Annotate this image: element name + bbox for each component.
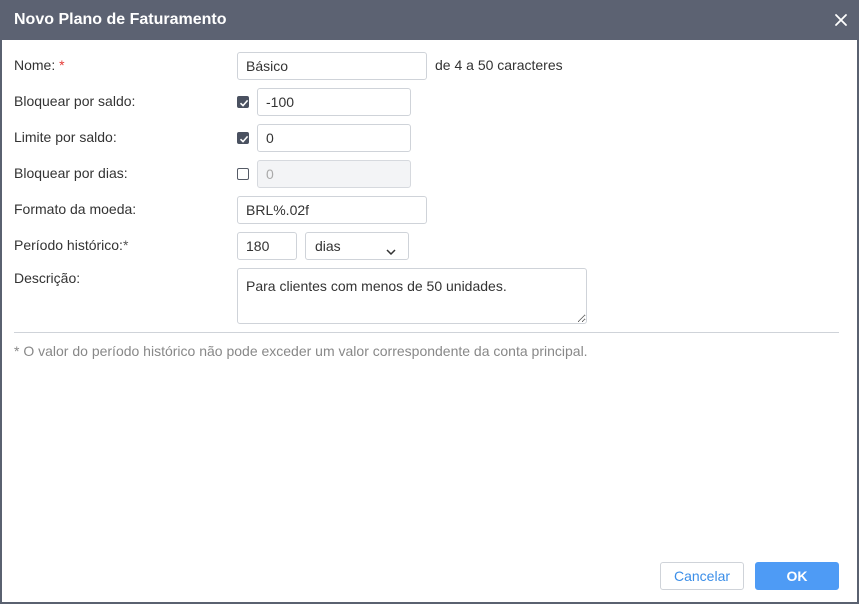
checkmark-icon (239, 99, 249, 107)
cancel-button[interactable]: Cancelar (660, 562, 744, 590)
dialog-titlebar: Novo Plano de Faturamento (0, 0, 859, 40)
currency-format-input[interactable] (237, 196, 427, 224)
block-by-days-input (257, 160, 411, 188)
currency-format-label: Formato da moeda: (14, 201, 137, 217)
ok-button[interactable]: OK (755, 562, 839, 590)
limit-by-balance-checkbox[interactable] (237, 132, 249, 144)
name-required-marker: * (59, 57, 65, 73)
history-period-required-marker: * (122, 237, 129, 253)
block-by-balance-input[interactable] (257, 88, 411, 116)
block-by-days-label: Bloquear por dias: (14, 165, 128, 181)
name-input[interactable] (237, 52, 427, 80)
history-period-input[interactable] (237, 232, 297, 260)
description-textarea[interactable]: Para clientes com menos de 50 unidades. (237, 268, 587, 324)
history-period-unit-select[interactable]: dias (305, 232, 409, 260)
block-by-balance-label: Bloquear por saldo: (14, 93, 136, 109)
name-hint: de 4 a 50 caracteres (435, 57, 563, 73)
name-label-text: Nome: (14, 57, 56, 73)
checkmark-icon (239, 135, 249, 143)
history-period-label: Período histórico:* (14, 237, 128, 253)
form-divider (14, 332, 839, 333)
name-label: Nome: * (14, 57, 65, 73)
history-period-label-text: Período histórico: (14, 237, 123, 253)
chevron-down-icon (386, 243, 396, 259)
close-icon[interactable] (833, 12, 849, 28)
footnote-text: * O valor do período histórico não pode … (14, 343, 588, 359)
limit-by-balance-label: Limite por saldo: (14, 129, 117, 145)
block-by-days-checkbox[interactable] (237, 168, 249, 180)
dialog-title: Novo Plano de Faturamento (14, 11, 227, 28)
billing-plan-dialog: Novo Plano de Faturamento Nome: * de 4 a… (0, 0, 859, 604)
description-label: Descrição: (14, 270, 81, 286)
history-period-unit-value: dias (315, 238, 341, 254)
block-by-balance-checkbox[interactable] (237, 96, 249, 108)
limit-by-balance-input[interactable] (257, 124, 411, 152)
